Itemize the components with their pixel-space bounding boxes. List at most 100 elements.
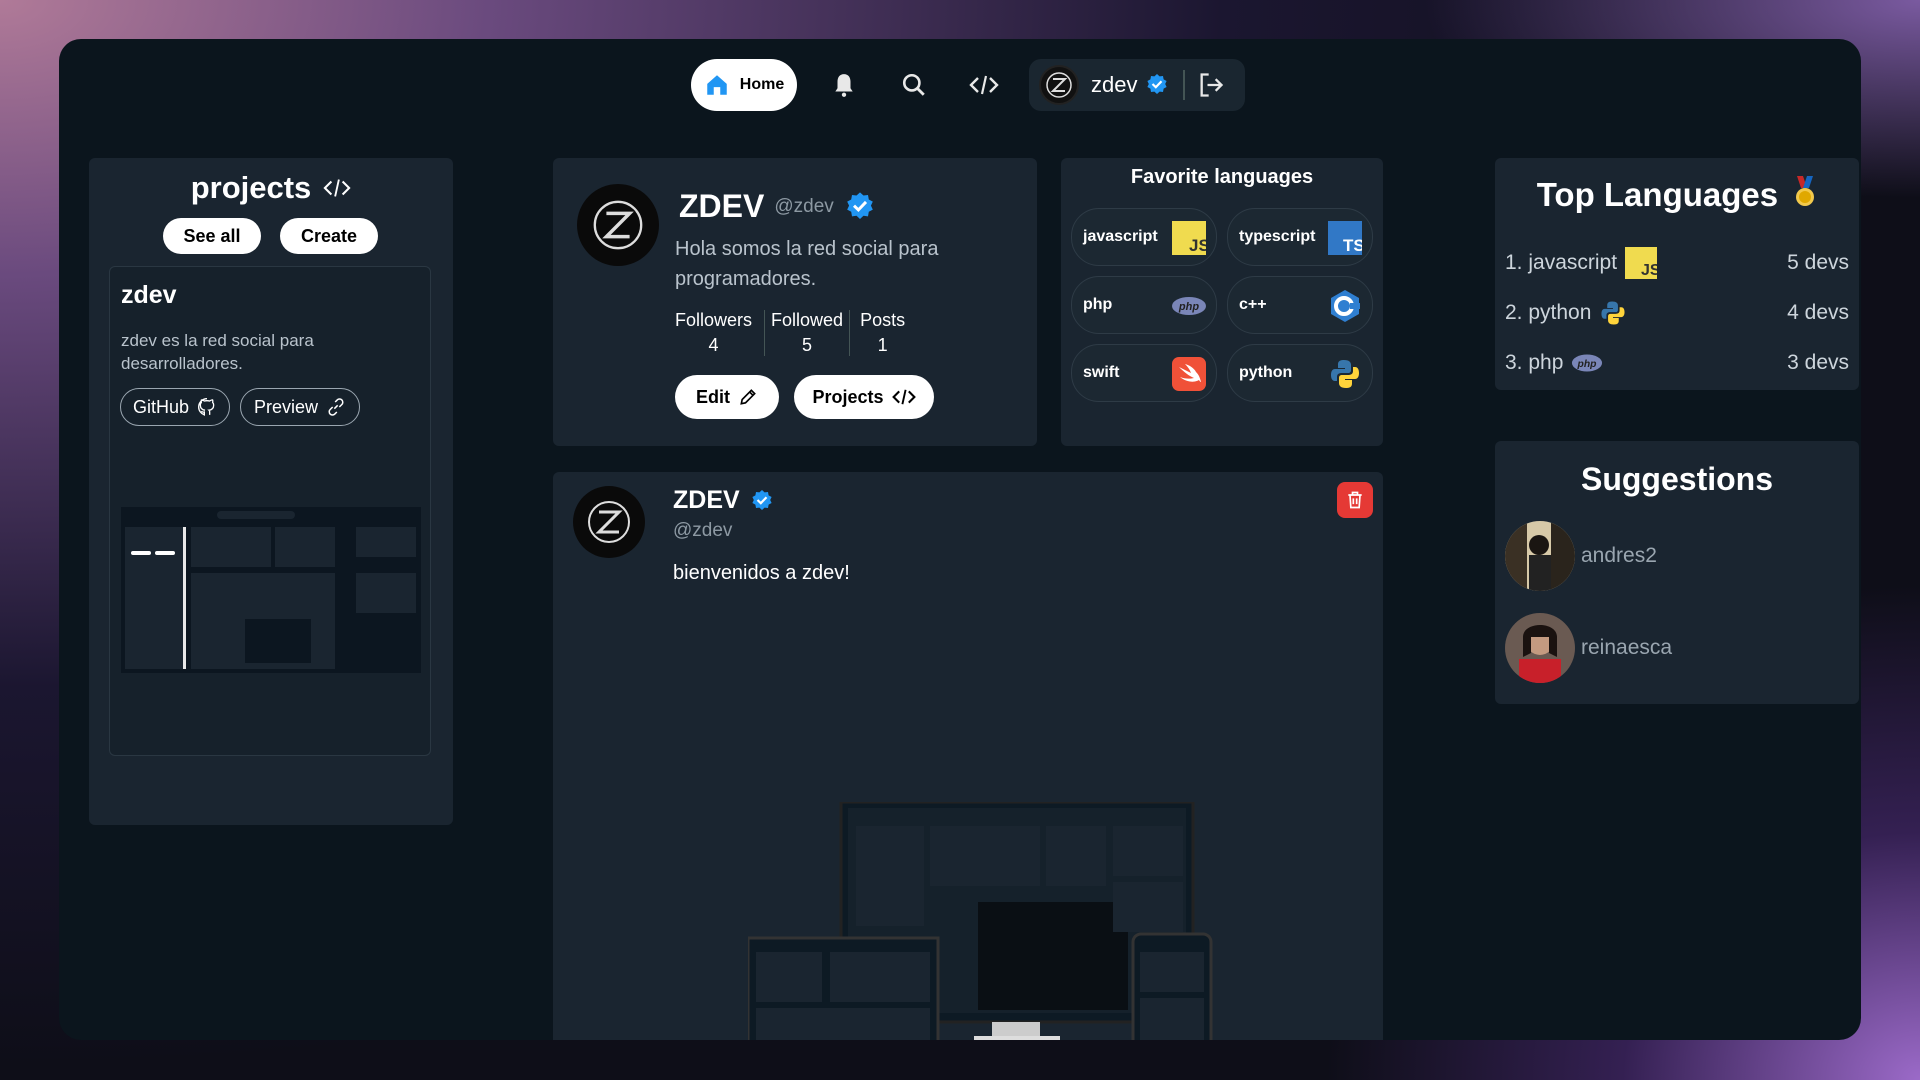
zdev-logo-icon (593, 200, 643, 250)
code-button[interactable] (969, 70, 999, 100)
edit-label: Edit (696, 386, 730, 407)
lang-chip-php[interactable]: php php (1071, 276, 1217, 334)
suggestions-panel: Suggestions andres2 reinaesca (1495, 441, 1859, 704)
lang-chip-typescript[interactable]: typescript TS (1227, 208, 1373, 266)
top-languages-header: Top Languages (1495, 176, 1859, 214)
create-project-button[interactable]: Create (280, 218, 378, 254)
suggestion-username: reinaesca (1581, 636, 1673, 659)
profile-header: ZDEV @zdev (679, 188, 876, 225)
language-count: 4 devs (1787, 301, 1849, 324)
suggestion-item[interactable]: reinaesca (1505, 613, 1672, 683)
zdev-logo-icon (1046, 72, 1072, 98)
list-item[interactable]: 1. javascript JS 5 devs (1505, 238, 1849, 288)
suggestion-item[interactable]: andres2 (1505, 521, 1657, 591)
projects-title: projects (89, 170, 453, 206)
logout-icon (1200, 73, 1224, 97)
logout-button[interactable] (1197, 71, 1225, 99)
list-item[interactable]: 3. php php 3 devs (1505, 338, 1849, 388)
svg-text:JS: JS (1189, 236, 1206, 255)
stat-label: Followers (675, 310, 753, 330)
lang-chip-swift[interactable]: swift (1071, 344, 1217, 402)
post-text: bienvenidos a zdev! (673, 562, 850, 584)
stat-label: Followed (771, 310, 844, 330)
favorite-languages-title: Favorite languages (1130, 166, 1314, 188)
post-author-avatar[interactable] (573, 486, 645, 558)
profile-projects-button[interactable]: Projects (794, 375, 934, 419)
list-item[interactable]: 2. python 4 devs (1505, 288, 1849, 338)
preview-button[interactable]: Preview (240, 388, 360, 426)
projects-panel: projects See all Create zdev zdev es la … (89, 158, 453, 825)
javascript-icon: JS (1172, 221, 1206, 255)
top-languages-title: Top Languages (1536, 176, 1779, 213)
bell-icon (835, 74, 853, 97)
profile-name: ZDEV (679, 188, 765, 224)
profile-avatar (577, 184, 659, 266)
javascript-icon: JS (1625, 247, 1658, 279)
app-window: Home zdev projects See all Create zdev z… (59, 39, 1861, 1040)
user-menu[interactable]: zdev (1029, 59, 1245, 111)
see-all-button[interactable]: See all (163, 218, 261, 254)
github-button[interactable]: GitHub (120, 388, 230, 426)
stat-followed[interactable]: Followed 5 (765, 310, 851, 356)
search-button[interactable] (899, 70, 929, 100)
top-nav: Home zdev (59, 59, 1861, 111)
delete-post-button[interactable] (1337, 482, 1373, 518)
project-name: zdev (121, 281, 177, 309)
language-rank: 3. php (1505, 351, 1564, 374)
projects-label: Projects (812, 386, 884, 407)
verified-icon (1145, 73, 1169, 97)
edit-profile-button[interactable]: Edit (675, 375, 779, 419)
username: zdev (1091, 72, 1138, 97)
lang-name: c++ (1239, 296, 1267, 313)
language-count: 5 devs (1787, 251, 1849, 274)
post-image (746, 800, 1228, 1040)
stat-posts: Posts 1 (850, 310, 905, 356)
stat-label: Posts (860, 310, 906, 330)
avatar (1505, 521, 1575, 591)
lang-chip-python[interactable]: python (1227, 344, 1373, 402)
language-count: 3 devs (1787, 351, 1849, 374)
github-label: GitHub (132, 396, 190, 417)
projects-heading: projects (190, 170, 312, 205)
python-icon (1331, 360, 1359, 388)
php-icon: php (1572, 354, 1603, 372)
notifications-button[interactable] (829, 70, 859, 100)
stat-value: 1 (877, 335, 888, 355)
post-header: ZDEV (673, 486, 774, 515)
code-icon (323, 179, 351, 197)
svg-text:php: php (1577, 359, 1597, 370)
language-rank: 2. python (1505, 301, 1592, 324)
post-card: ZDEV @zdev bienvenidos a zdev! (553, 472, 1383, 1040)
python-icon (1601, 301, 1625, 325)
svg-text:TS: TS (1343, 236, 1362, 255)
project-description: zdev es la red social para desarrollador… (121, 331, 314, 373)
verified-icon (752, 489, 772, 510)
typescript-icon: TS (1328, 221, 1362, 255)
code-icon (969, 75, 999, 95)
lang-chip-cpp[interactable]: c++ (1227, 276, 1373, 334)
lang-chip-javascript[interactable]: javascript JS (1071, 208, 1217, 266)
lang-name: php (1083, 296, 1113, 313)
profile-panel: ZDEV @zdev Hola somos la red social para… (553, 158, 1037, 446)
avatar (1039, 65, 1079, 105)
search-icon (902, 73, 925, 96)
language-rank: 1. javascript (1505, 251, 1618, 274)
home-label: Home (739, 76, 785, 93)
profile-bio: Hola somos la red social para programado… (675, 238, 939, 290)
php-icon: php (1172, 297, 1206, 315)
project-card: zdev zdev es la red social para desarrol… (109, 266, 431, 756)
lang-name: swift (1083, 364, 1120, 381)
pencil-icon (740, 389, 756, 405)
code-icon (891, 389, 916, 405)
lang-name: javascript (1083, 228, 1158, 245)
home-button[interactable]: Home (691, 59, 797, 111)
stat-value: 5 (802, 335, 813, 355)
post-author[interactable]: ZDEV (673, 486, 740, 515)
divider (1183, 70, 1186, 100)
suggestion-username: andres2 (1581, 544, 1657, 567)
stat-followers[interactable]: Followers 4 (675, 310, 766, 356)
suggestions-title: Suggestions (1580, 461, 1773, 497)
swift-icon (1172, 357, 1206, 391)
stat-value: 4 (708, 335, 719, 355)
medal-icon (1796, 176, 1815, 206)
